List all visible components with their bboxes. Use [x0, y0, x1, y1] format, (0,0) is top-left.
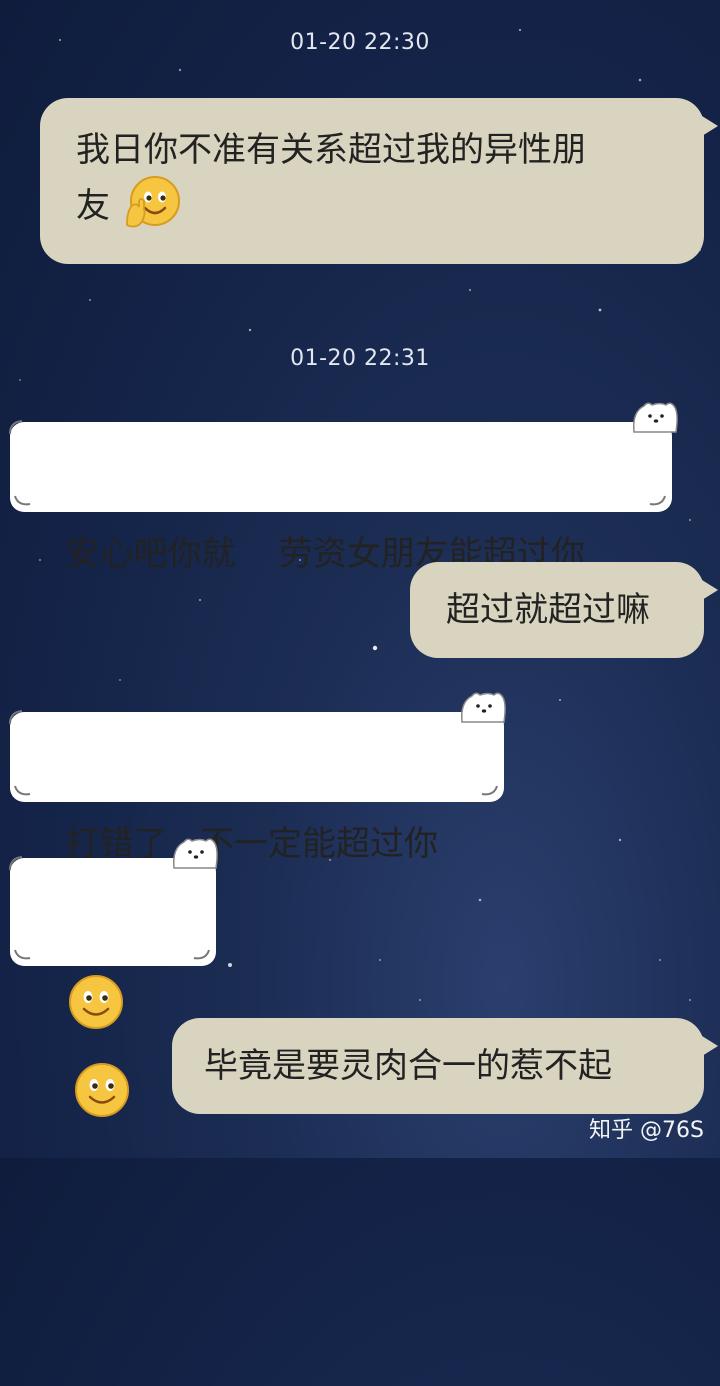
message-text: 我日你不准有关系超过我的异性朋 — [76, 130, 586, 170]
polar-bear-icon — [460, 692, 506, 723]
curl-decoration-icon — [9, 856, 23, 871]
curl-decoration-icon — [14, 949, 31, 960]
curl-decoration-icon — [481, 785, 498, 796]
curl-decoration-icon — [14, 495, 31, 506]
message-bubble-received[interactable] — [9, 856, 216, 1117]
face-palm-smile-emoji-icon — [125, 175, 180, 227]
smile-emoji-icon — [68, 974, 123, 1029]
smile-emoji-icon — [74, 1062, 129, 1117]
curl-decoration-icon — [9, 710, 23, 725]
curl-decoration-icon — [193, 949, 210, 960]
timestamp: 01-20 22:30 — [290, 30, 430, 55]
message-bubble-received[interactable]: 打错了 不一定能超过你 — [9, 710, 504, 864]
watermark: 知乎 @76S — [589, 1118, 704, 1143]
message-bubble-sent[interactable]: 毕竟是要灵肉合一的惹不起 — [172, 1018, 718, 1114]
message-bubble-received[interactable]: 安心吧你就 劳资女朋友能超过你 — [9, 420, 672, 574]
polar-bear-icon — [172, 838, 218, 869]
timestamp: 01-20 22:31 — [290, 346, 430, 371]
message-text: 友 — [76, 175, 668, 234]
polar-bear-icon — [632, 402, 678, 433]
message-bubble-sent[interactable]: 我日你不准有关系超过我的异性朋 友 — [40, 98, 718, 264]
message-text: 毕竟是要灵肉合一的惹不起 — [204, 1046, 612, 1086]
message-bubble-sent[interactable]: 超过就超过嘛 — [410, 562, 718, 658]
curl-decoration-icon — [14, 785, 31, 796]
curl-decoration-icon — [649, 495, 666, 506]
curl-decoration-icon — [9, 420, 23, 435]
message-text: 超过就超过嘛 — [446, 590, 650, 630]
